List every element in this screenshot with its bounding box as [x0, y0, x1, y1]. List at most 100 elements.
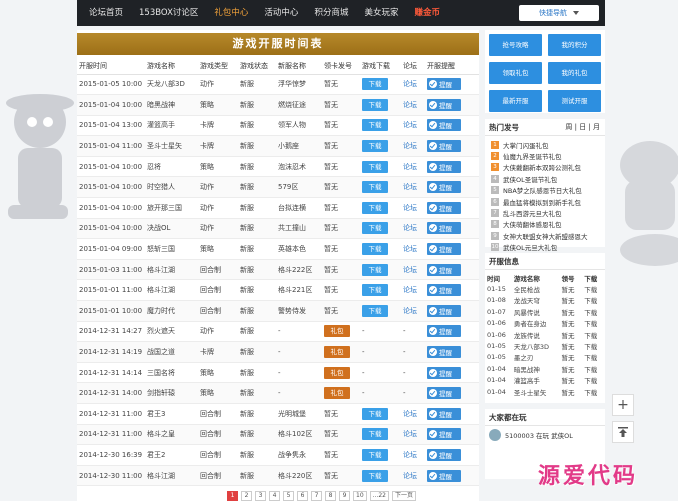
forum-link[interactable]: 论坛 — [403, 286, 417, 294]
remind-button[interactable]: 提醒 — [427, 469, 461, 482]
download-link[interactable]: 下载 — [582, 363, 605, 375]
side-action-button[interactable]: 领取礼包 — [489, 62, 542, 84]
forum-link[interactable]: 论坛 — [403, 451, 417, 459]
download-button[interactable]: 下载 — [362, 160, 388, 173]
side-action-button[interactable]: 最新开服 — [489, 90, 542, 112]
download-button[interactable]: 下载 — [362, 304, 388, 317]
back-to-top-icon[interactable] — [612, 421, 634, 443]
remind-button[interactable]: 提醒 — [427, 201, 461, 214]
nav-points-mall[interactable]: 积分商城 — [306, 0, 356, 26]
list-item[interactable]: 1 大掌门闪蛋礼包 — [485, 139, 605, 150]
download-link[interactable]: 下载 — [582, 294, 605, 307]
forum-link[interactable]: 论坛 — [403, 183, 417, 191]
download-link[interactable]: 下载 — [582, 374, 605, 386]
remind-button[interactable]: 提醒 — [427, 407, 461, 420]
forum-link[interactable]: 论坛 — [403, 472, 417, 480]
nav-activity-center[interactable]: 活动中心 — [256, 0, 306, 26]
download-link[interactable]: 下载 — [582, 306, 605, 318]
remind-button[interactable]: 提醒 — [427, 304, 461, 317]
download-link[interactable]: 下载 — [582, 283, 605, 295]
download-button[interactable]: 下载 — [362, 448, 388, 461]
side-action-button[interactable]: 测试开服 — [548, 90, 601, 112]
download-button[interactable]: 下载 — [362, 119, 388, 132]
remind-button[interactable]: 提醒 — [427, 263, 461, 276]
list-item[interactable]: 8 大侠萌翻体感恩礼包 — [485, 219, 605, 230]
forum-link[interactable]: 论坛 — [403, 430, 417, 438]
forum-link[interactable]: 论坛 — [403, 163, 417, 171]
playing-item[interactable]: 5100003 在玩 武侠OL — [485, 426, 605, 444]
forum-link[interactable]: 论坛 — [403, 224, 417, 232]
download-button[interactable]: 下载 — [362, 201, 388, 214]
download-button[interactable]: 下载 — [362, 78, 388, 91]
plus-icon[interactable]: + — [612, 394, 634, 416]
remind-button[interactable]: 提醒 — [427, 78, 461, 91]
remind-button[interactable]: 提醒 — [427, 284, 461, 297]
download-link[interactable]: 下载 — [582, 340, 605, 352]
forum-link[interactable]: 论坛 — [403, 307, 417, 315]
forum-link[interactable]: 论坛 — [403, 142, 417, 150]
nav-153box[interactable]: 153BOX讨论区 — [131, 0, 206, 26]
remind-button[interactable]: 提醒 — [427, 160, 461, 173]
forum-link[interactable]: 论坛 — [403, 410, 417, 418]
download-button[interactable]: 下载 — [362, 140, 388, 153]
nav-beauty-players[interactable]: 美女玩家 — [356, 0, 406, 26]
remind-button[interactable]: 提醒 — [427, 119, 461, 132]
remind-button[interactable]: 提醒 — [427, 366, 461, 379]
page-link[interactable]: 下一页 — [392, 490, 417, 501]
download-button[interactable]: 下载 — [362, 263, 388, 276]
side-action-button[interactable]: 我的积分 — [548, 34, 601, 56]
page-link[interactable]: 1 — [227, 490, 238, 501]
download-button[interactable]: 下载 — [362, 98, 388, 111]
remind-button[interactable]: 提醒 — [427, 428, 461, 441]
download-link[interactable]: 下载 — [582, 328, 605, 341]
download-button[interactable]: 下载 — [362, 469, 388, 482]
page-link[interactable]: 6 — [297, 490, 308, 501]
gift-button[interactable]: 礼包 — [324, 387, 350, 400]
remind-button[interactable]: 提醒 — [427, 325, 461, 338]
page-link[interactable]: 5 — [283, 490, 294, 501]
list-item[interactable]: 9 女神大联盟女神大新盟感恩大 — [485, 230, 605, 241]
side-action-button[interactable]: 抢号攻略 — [489, 34, 542, 56]
page-link[interactable]: 10 — [353, 490, 367, 501]
download-link[interactable]: 下载 — [582, 351, 605, 364]
forum-link[interactable]: 论坛 — [403, 101, 417, 109]
list-item[interactable]: 3 大侠戴翻新本双跨公测礼包 — [485, 162, 605, 173]
download-link[interactable]: 下载 — [582, 317, 605, 329]
page-link[interactable]: 2 — [241, 490, 252, 501]
list-item[interactable]: 5 NBA梦之队感恩节日大礼包 — [485, 185, 605, 196]
page-link[interactable]: 9 — [339, 490, 350, 501]
list-item[interactable]: 7 乱斗西游元旦大礼包 — [485, 207, 605, 218]
download-button[interactable]: 下载 — [362, 222, 388, 235]
forum-link[interactable]: 论坛 — [403, 245, 417, 253]
quick-nav-dropdown[interactable]: 快捷导航 — [519, 5, 599, 21]
list-item[interactable]: 4 武侠OL圣诞节礼包 — [485, 173, 605, 184]
gift-button[interactable]: 礼包 — [324, 325, 350, 338]
nav-gift-center[interactable]: 礼包中心 — [206, 0, 256, 26]
side-action-button[interactable]: 我的礼包 — [548, 62, 601, 84]
hot-codes-period-tabs[interactable]: 周 | 日 | 月 — [565, 119, 600, 136]
forum-link[interactable]: 论坛 — [403, 80, 417, 88]
remind-button[interactable]: 提醒 — [427, 448, 461, 461]
nav-forum-home[interactable]: 论坛首页 — [81, 0, 131, 26]
remind-button[interactable]: 提醒 — [427, 243, 461, 256]
gift-button[interactable]: 礼包 — [324, 346, 350, 359]
page-link[interactable]: 3 — [255, 490, 266, 501]
nav-earn-coins[interactable]: 赚金币 — [406, 0, 448, 26]
remind-button[interactable]: 提醒 — [427, 140, 461, 153]
remind-button[interactable]: 提醒 — [427, 181, 461, 194]
download-button[interactable]: 下载 — [362, 428, 388, 441]
download-link[interactable]: 下载 — [582, 385, 605, 398]
download-button[interactable]: 下载 — [362, 181, 388, 194]
list-item[interactable]: 2 仙魔九界圣诞节礼包 — [485, 150, 605, 161]
page-link[interactable]: 4 — [269, 490, 280, 501]
remind-button[interactable]: 提醒 — [427, 346, 461, 359]
page-link[interactable]: 7 — [311, 490, 322, 501]
download-button[interactable]: 下载 — [362, 407, 388, 420]
list-item[interactable]: 6 最血猛将模拟到到新手礼包 — [485, 196, 605, 207]
gift-button[interactable]: 礼包 — [324, 366, 350, 379]
remind-button[interactable]: 提醒 — [427, 222, 461, 235]
page-link[interactable]: 8 — [325, 490, 336, 501]
page-link[interactable]: ...22 — [369, 490, 389, 501]
forum-link[interactable]: 论坛 — [403, 204, 417, 212]
remind-button[interactable]: 提醒 — [427, 98, 461, 111]
